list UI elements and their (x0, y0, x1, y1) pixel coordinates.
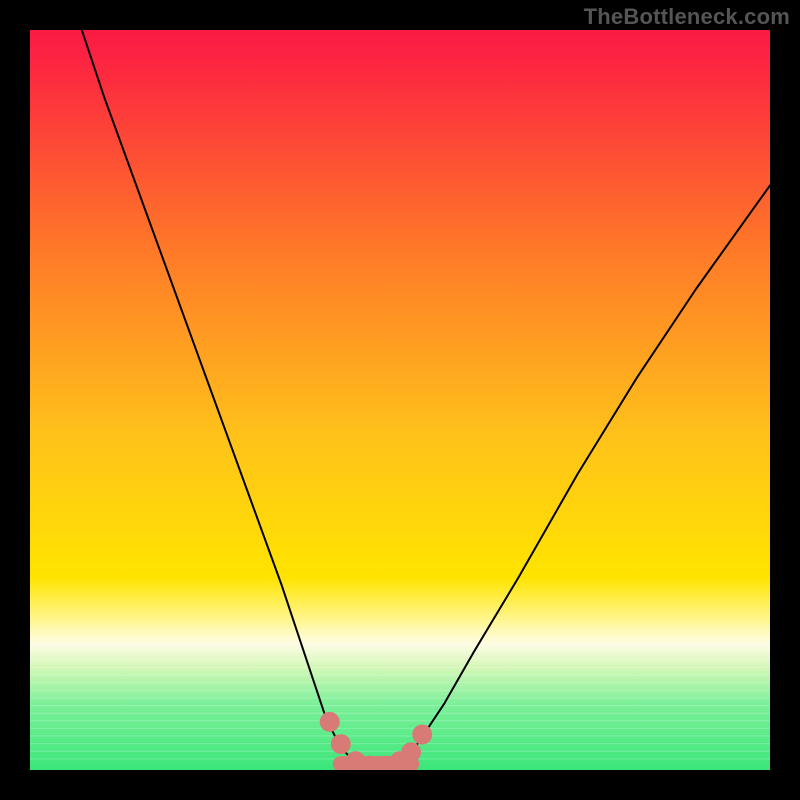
watermark-text: TheBottleneck.com (584, 4, 790, 30)
chart-svg (30, 30, 770, 770)
chart-area (30, 30, 770, 770)
